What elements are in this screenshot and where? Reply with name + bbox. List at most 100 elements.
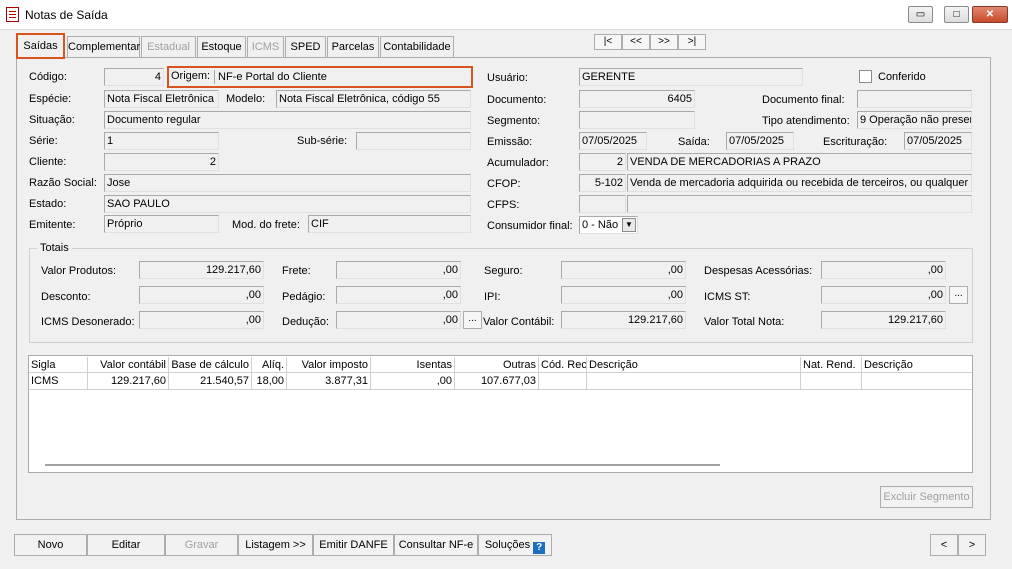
next-record-button[interactable]: >> — [650, 34, 678, 50]
grid-header[interactable]: Outras — [455, 357, 539, 373]
emissao-field[interactable]: 07/05/2025 — [579, 132, 647, 150]
valor-total-nota-label: Valor Total Nota: — [704, 316, 785, 328]
despesas-acessorias-label: Despesas Acessórias: — [704, 265, 813, 277]
tab-saidas[interactable]: Saídas — [16, 33, 65, 59]
grid-cell[interactable]: 129.217,60 — [88, 373, 169, 390]
grid-header[interactable]: Nat. Rend. — [801, 357, 862, 373]
pedagio-field[interactable]: ,00 — [336, 286, 461, 304]
maximize-button[interactable]: □ — [944, 6, 969, 23]
deducao-field[interactable]: ,00 — [336, 311, 461, 329]
grid-cell[interactable] — [587, 373, 801, 390]
cfop-desc-field[interactable]: Venda de mercadoria adquirida ou recebid… — [627, 174, 972, 192]
close-button[interactable]: ✕ — [972, 6, 1008, 23]
grid-header[interactable]: Isentas — [371, 357, 455, 373]
grid-cell[interactable]: ICMS — [29, 373, 88, 390]
grid-cell[interactable]: 3.877,31 — [287, 373, 371, 390]
consultar-nfe-button[interactable]: Consultar NF-e — [394, 534, 478, 556]
desconto-label: Desconto: — [41, 291, 91, 303]
grid-cell[interactable]: 18,00 — [252, 373, 287, 390]
escrituracao-field[interactable]: 07/05/2025 — [904, 132, 972, 150]
grid-header[interactable]: Base de cálculo — [169, 357, 252, 373]
documento-final-field[interactable] — [857, 90, 972, 108]
cfps-code-field[interactable] — [579, 195, 626, 213]
solucoes-button[interactable]: Soluções ? — [478, 534, 552, 556]
minimize-button[interactable]: ▭ — [908, 6, 933, 23]
window-title: Notas de Saída — [25, 8, 108, 22]
first-record-button[interactable]: |< — [594, 34, 622, 50]
cfop-code-field[interactable]: 5-102 — [579, 174, 626, 192]
frete-field[interactable]: ,00 — [336, 261, 461, 279]
editar-button[interactable]: Editar — [87, 534, 165, 556]
grid-header[interactable]: Descrição — [587, 357, 801, 373]
previous-button[interactable]: < — [930, 534, 958, 556]
next-button[interactable]: > — [958, 534, 986, 556]
grid-cell[interactable] — [862, 373, 972, 390]
subserie-field[interactable] — [356, 132, 471, 150]
icms-desonerado-field[interactable]: ,00 — [139, 311, 264, 329]
desconto-field[interactable]: ,00 — [139, 286, 264, 304]
grid-header[interactable]: Descrição — [862, 357, 972, 373]
modelo-field[interactable]: Nota Fiscal Eletrônica, código 55 — [276, 90, 471, 108]
conferido-checkbox[interactable] — [859, 70, 872, 83]
listagem-button[interactable]: Listagem >> — [238, 534, 313, 556]
acumulador-desc-field[interactable]: VENDA DE MERCADORIAS A PRAZO — [627, 153, 972, 171]
codigo-field[interactable]: 4 — [104, 68, 164, 86]
estado-field[interactable]: SAO PAULO — [104, 195, 471, 213]
segmento-field[interactable] — [579, 111, 695, 129]
tab-sped[interactable]: SPED — [285, 36, 326, 58]
grid-header[interactable]: Valor imposto — [287, 357, 371, 373]
grid-header[interactable]: Alíq. — [252, 357, 287, 373]
valor-contabil-field[interactable]: 129.217,60 — [561, 311, 686, 329]
grid-cell[interactable]: 21.540,57 — [169, 373, 252, 390]
emissao-label: Emissão: — [487, 136, 533, 148]
estado-label: Estado: — [29, 198, 67, 210]
tab-estadual: Estadual — [141, 36, 196, 58]
deducao-label: Dedução: — [282, 316, 330, 328]
novo-button[interactable]: Novo — [14, 534, 87, 556]
emitente-field[interactable]: Próprio — [104, 215, 219, 233]
tab-estoque[interactable]: Estoque — [197, 36, 246, 58]
emitir-danfe-button[interactable]: Emitir DANFE — [313, 534, 394, 556]
grid-header[interactable]: Sigla — [29, 357, 88, 373]
situacao-field[interactable]: Documento regular — [104, 111, 471, 129]
grid-header[interactable]: Valor contábil — [88, 357, 169, 373]
grid-header[interactable]: Cód. Rec. — [539, 357, 587, 373]
seguro-field[interactable]: ,00 — [561, 261, 686, 279]
acumulador-code-field[interactable]: 2 — [579, 153, 626, 171]
valor-produtos-field[interactable]: 129.217,60 — [139, 261, 264, 279]
grid-cell[interactable]: ,00 — [371, 373, 455, 390]
usuario-field[interactable]: GERENTE — [579, 68, 803, 86]
previous-record-button[interactable]: << — [622, 34, 650, 50]
grid-cell[interactable] — [801, 373, 862, 390]
despesas-acessorias-field[interactable]: ,00 — [821, 261, 946, 279]
grid-cell[interactable]: 107.677,03 — [455, 373, 539, 390]
cliente-field[interactable]: 2 — [104, 153, 219, 171]
chevron-down-icon[interactable]: ▼ — [622, 218, 636, 232]
tipo-atendimento-field[interactable]: 9 Operação não presen — [857, 111, 972, 129]
title-bar: Notas de Saída ▭ □ ✕ — [0, 0, 1012, 30]
segment-grid[interactable]: Sigla Valor contábil Base de cálculo Alí… — [28, 355, 973, 473]
consumidor-final-select[interactable]: 0 - Não ▼ — [579, 216, 638, 234]
last-record-button[interactable]: >| — [678, 34, 706, 50]
origem-field[interactable]: Origem: NF-e Portal do Cliente — [167, 66, 473, 88]
deducao-ellipsis-button[interactable]: ... — [463, 311, 482, 329]
icms-st-field[interactable]: ,00 — [821, 286, 946, 304]
valor-total-nota-field[interactable]: 129.217,60 — [821, 311, 946, 329]
icms-desonerado-label: ICMS Desonerado: — [41, 316, 135, 328]
tab-complementar[interactable]: Complementar — [67, 36, 140, 58]
icms-st-ellipsis-button[interactable]: ... — [949, 286, 968, 304]
especie-field[interactable]: Nota Fiscal Eletrônica — [104, 90, 219, 108]
cfps-desc-field[interactable] — [627, 195, 972, 213]
help-icon: ? — [533, 542, 546, 554]
emitente-label: Emitente: — [29, 219, 76, 231]
documento-field[interactable]: 6405 — [579, 90, 695, 108]
ipi-field[interactable]: ,00 — [561, 286, 686, 304]
tab-parcelas[interactable]: Parcelas — [327, 36, 379, 58]
horizontal-scrollbar[interactable] — [45, 464, 720, 466]
razao-social-field[interactable]: Jose — [104, 174, 471, 192]
saida-field[interactable]: 07/05/2025 — [726, 132, 794, 150]
grid-cell[interactable] — [539, 373, 587, 390]
serie-field[interactable]: 1 — [104, 132, 219, 150]
mod-frete-field[interactable]: CIF — [308, 215, 471, 233]
tab-contabilidade[interactable]: Contabilidade — [380, 36, 454, 58]
